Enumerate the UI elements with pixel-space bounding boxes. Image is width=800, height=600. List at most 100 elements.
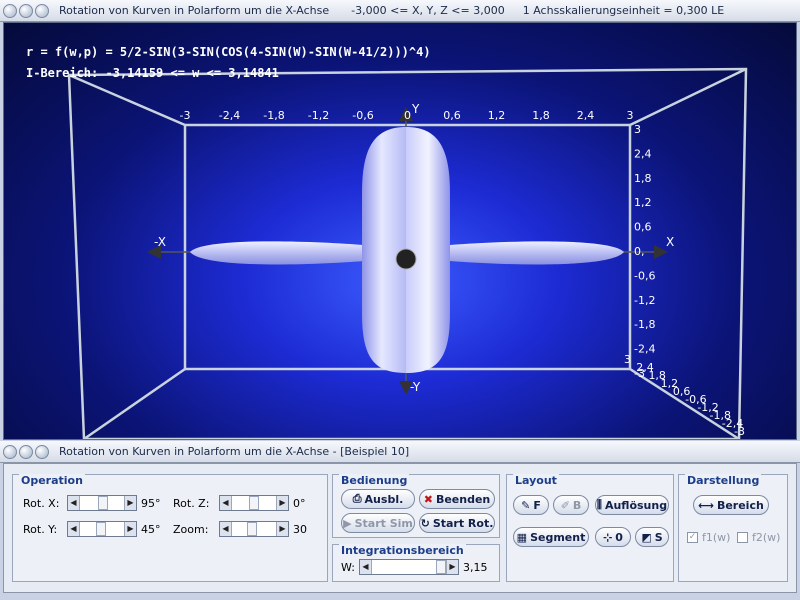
right-arrow-icon[interactable]: ▶	[124, 496, 136, 510]
slider-thumb[interactable]	[98, 496, 108, 510]
rot-x-label: Rot. X:	[23, 496, 60, 510]
aufloesung-button[interactable]: ⫼ Auflösung	[595, 495, 669, 515]
3d-scene[interactable]: -3 -2,4 -1,8 -1,2 -0,6 0 0,6 1,2 1,8 2,4 3 3 2,4 1,8…	[3, 22, 797, 440]
left-arrow-icon[interactable]: ◀	[359, 560, 372, 574]
panel-minimize-icon[interactable]	[19, 444, 33, 459]
slider-thumb[interactable]	[435, 560, 446, 574]
w-label: W:	[341, 560, 355, 574]
panel-title: Rotation von Kurven in Polarform um die …	[59, 445, 410, 458]
window-controls	[3, 3, 49, 18]
range-info: -3,000 <= X, Y, Z <= 3,000	[351, 4, 505, 17]
x-tick-label: 2,4	[577, 109, 595, 122]
y-tick-label: 3	[634, 123, 641, 136]
left-arrow-icon[interactable]: ◀	[220, 522, 232, 536]
x-tick-label: 1,2	[488, 109, 506, 122]
rot-z-value: 0°	[293, 496, 306, 510]
y-tick-label: 0,	[634, 245, 645, 258]
bereich-button[interactable]: ⟷ Bereich	[693, 495, 769, 515]
right-arrow-icon[interactable]: ▶	[276, 522, 288, 536]
y-tick-label: -0,6	[634, 269, 655, 282]
b-label: B	[572, 498, 582, 512]
panel-maximize-icon[interactable]	[35, 444, 49, 459]
right-arrow-icon[interactable]: ▶	[124, 522, 136, 536]
rot-x-value: 95°	[141, 496, 161, 510]
operation-group: Operation Rot. X: ◀ ▶ 95° Rot. Z: ◀ ▶ 0° R…	[12, 474, 328, 582]
operation-label: Operation	[19, 474, 85, 487]
interval-text: I-Bereich: -3,14159 <= w <= 3,14841	[26, 66, 279, 80]
right-arrow-icon[interactable]: ▶	[276, 496, 288, 510]
z-tick-labels: 32,41,81,20,6-0,6-1,2-1,8-2,4-3	[624, 353, 745, 438]
left-arrow-icon[interactable]: ◀	[68, 496, 80, 510]
rot-x-slider[interactable]: ◀ ▶	[67, 495, 137, 511]
rot-y-slider[interactable]: ◀ ▶	[67, 521, 137, 537]
ausbl-button[interactable]: ⎙ Ausbl.	[341, 489, 415, 509]
start-rot-button[interactable]: ↻ Start Rot.	[419, 513, 495, 533]
grid-icon: ▦	[516, 530, 528, 544]
f1-checkbox[interactable]: ✓	[687, 532, 698, 543]
rot-x-row: Rot. X: ◀ ▶ 95°	[23, 495, 167, 511]
play-icon: ▶	[343, 516, 352, 530]
slider-thumb[interactable]	[96, 522, 106, 536]
aufloesung-label: Auflösung	[604, 498, 668, 512]
main-titlebar: Rotation von Kurven in Polarform um die …	[0, 0, 800, 22]
center-hub-icon	[395, 248, 417, 270]
close-icon[interactable]	[3, 3, 17, 18]
f1-row: ✓ f1(w)	[687, 531, 730, 544]
integration-label: Integrationsbereich	[339, 544, 466, 557]
beenden-button[interactable]: ✖ Beenden	[419, 489, 495, 509]
crosshair-icon: ⊹	[603, 530, 613, 544]
bedienung-group: Bedienung ⎙ Ausbl. ✖ Beenden ▶ Start Sim ↻ S…	[332, 474, 500, 538]
maximize-icon[interactable]	[35, 3, 49, 18]
bucket-icon: ◩	[641, 530, 652, 544]
close-x-icon: ✖	[423, 492, 433, 506]
neg-y-axis-label: -Y	[410, 380, 421, 394]
segment-button[interactable]: ▦ Segment	[513, 527, 589, 547]
slider-thumb[interactable]	[247, 522, 257, 536]
s-label: S	[654, 530, 663, 544]
start-rot-label: Start Rot.	[432, 516, 494, 530]
left-arrow-icon[interactable]: ◀	[220, 496, 232, 510]
range-icon: ⟷	[698, 498, 714, 512]
zoom-value: 30	[293, 522, 307, 536]
panel-titlebar: Rotation von Kurven in Polarform um die …	[0, 441, 800, 463]
start-sim-button[interactable]: ▶ Start Sim	[341, 513, 415, 533]
rot-z-row: Rot. Z: ◀ ▶ 0°	[173, 495, 306, 511]
panel-window-controls	[3, 444, 49, 459]
right-arrow-icon[interactable]: ▶	[445, 560, 458, 574]
panel-close-icon[interactable]	[3, 444, 17, 459]
f2-row: f2(w)	[737, 531, 780, 544]
integration-group: Integrationsbereich W: ◀ ▶ 3,15	[332, 544, 500, 582]
x-tick-label: -2,4	[219, 109, 240, 122]
slider-thumb[interactable]	[249, 496, 259, 510]
f-button[interactable]: ✎ F	[513, 495, 549, 515]
scale-info: 1 Achsskalierungseinheit = 0,300 LE	[522, 4, 725, 17]
f-label: F	[533, 498, 541, 512]
b-button[interactable]: ✐ B	[553, 495, 589, 515]
rotate-icon: ↻	[420, 516, 430, 530]
w-row: W: ◀ ▶ 3,15	[341, 559, 487, 575]
rot-y-value: 45°	[141, 522, 161, 536]
f2-checkbox[interactable]	[737, 532, 748, 543]
ausbl-label: Ausbl.	[364, 492, 404, 506]
layout-group: Layout ✎ F ✐ B ⫼ Auflösung ▦ Segment ⊹ 0 ◩ S	[506, 474, 674, 582]
s-button[interactable]: ◩ S	[635, 527, 669, 547]
bereich-label: Bereich	[716, 498, 764, 512]
zero-button[interactable]: ⊹ 0	[595, 527, 631, 547]
x-tick-label: 3	[627, 109, 634, 122]
formula-text: r = f(w,p) = 5/2-SIN(3-SIN(COS(4-SIN(W)-…	[26, 45, 431, 59]
resolution-icon: ⫼	[596, 498, 602, 511]
minimize-icon[interactable]	[19, 3, 33, 18]
left-arrow-icon[interactable]: ◀	[68, 522, 80, 536]
w-slider[interactable]: ◀ ▶	[358, 559, 459, 575]
y-axis-label: Y	[411, 102, 420, 116]
left-arm-surface	[190, 241, 364, 265]
pen-icon: ✎	[521, 498, 531, 512]
z-tick-label: 3	[624, 353, 631, 366]
right-arm-surface	[450, 241, 624, 265]
x-tick-label: -1,2	[308, 109, 329, 122]
scene-graphics: -3 -2,4 -1,8 -1,2 -0,6 0 0,6 1,2 1,8 2,4 3 32,41,8…	[67, 67, 748, 439]
zoom-slider[interactable]: ◀ ▶	[219, 521, 289, 537]
rot-z-slider[interactable]: ◀ ▶	[219, 495, 289, 511]
y-tick-label: 0,6	[634, 221, 652, 234]
y-tick-label: -2,4	[634, 343, 655, 356]
